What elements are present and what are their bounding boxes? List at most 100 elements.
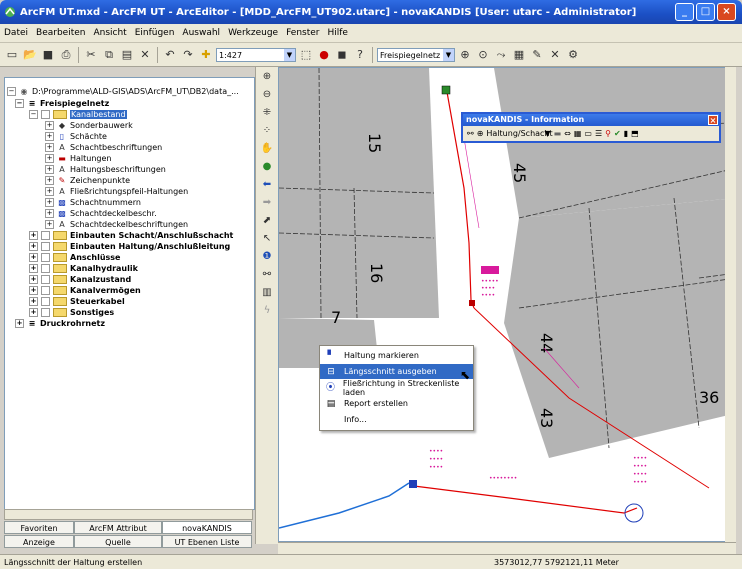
visibility-checkbox[interactable] xyxy=(41,264,50,273)
toc-root[interactable]: − ◉ D:\Programme\ALD-GIS\ADS\ArcFM_UT\DB… xyxy=(7,86,239,97)
full-extent-icon[interactable]: ● xyxy=(259,159,275,175)
expand-icon[interactable]: + xyxy=(29,297,38,306)
toc-item[interactable]: + ✎ Zeichenpunkte xyxy=(45,175,130,186)
fixed-zoom-in-icon[interactable]: ⁜ xyxy=(259,105,275,121)
collapse-icon[interactable]: − xyxy=(29,110,38,119)
pencil-icon[interactable]: ✎ xyxy=(529,47,545,63)
export-icon[interactable]: ⬒ xyxy=(631,129,639,138)
toc-item[interactable]: + ▩ Schachtdeckelbeschr. xyxy=(45,208,157,219)
tab-anzeige[interactable]: Anzeige xyxy=(4,535,74,548)
attribute-icon[interactable]: ▦ xyxy=(511,47,527,63)
open-folder-icon[interactable]: 📂 xyxy=(22,47,38,63)
toc-item[interactable]: − Kanalbestand xyxy=(29,109,127,120)
sewer-haltung-line[interactable] xyxy=(413,485,638,514)
menu-auswahl[interactable]: Auswahl xyxy=(178,28,224,38)
toc-item[interactable]: + Anschlüsse xyxy=(29,252,120,263)
collapse-icon[interactable]: − xyxy=(15,99,24,108)
collapse-icon[interactable]: − xyxy=(7,87,16,96)
expand-icon[interactable]: + xyxy=(45,121,54,130)
back-icon[interactable]: ⬅ xyxy=(259,177,275,193)
copy-icon[interactable]: ⧉ xyxy=(101,47,117,63)
tab-quelle[interactable]: Quelle xyxy=(74,535,162,548)
toc-item[interactable]: + A Haltungsbeschriftungen xyxy=(45,164,166,175)
chevron-down-icon[interactable]: ▼ xyxy=(284,48,295,61)
expand-icon[interactable]: + xyxy=(29,286,38,295)
expand-icon[interactable]: + xyxy=(29,231,38,240)
scale-combo[interactable]: 1:427 ▼ xyxy=(216,47,296,62)
expand-icon[interactable]: + xyxy=(29,275,38,284)
paste-icon[interactable]: ▤ xyxy=(119,47,135,63)
toc-item[interactable]: + ▯ Schächte xyxy=(45,131,107,142)
visibility-checkbox[interactable] xyxy=(41,231,50,240)
visibility-checkbox[interactable] xyxy=(41,253,50,262)
manhole-symbol[interactable] xyxy=(441,85,451,95)
stamp-icon[interactable]: ▮ xyxy=(624,129,628,138)
find-icon[interactable]: ⚯ xyxy=(259,267,275,283)
close-button[interactable]: × xyxy=(717,3,736,21)
manhole-symbol[interactable] xyxy=(409,480,417,488)
menu-werkzeuge[interactable]: Werkzeuge xyxy=(224,28,282,38)
menu-hilfe[interactable]: Hilfe xyxy=(324,28,352,38)
lightning-icon[interactable]: ϟ xyxy=(259,303,275,319)
toc-item[interactable]: + Kanalzustand xyxy=(29,274,131,285)
toc-item[interactable]: + ≡ Druckrohrnetz xyxy=(15,318,105,329)
select-elements-icon[interactable]: ↖ xyxy=(259,231,275,247)
expand-icon[interactable]: + xyxy=(29,264,38,273)
ctx-info[interactable]: Info... xyxy=(320,412,473,427)
manhole-symbol[interactable] xyxy=(469,300,475,306)
expand-icon[interactable]: + xyxy=(15,319,24,328)
menu-datei[interactable]: Datei xyxy=(0,28,32,38)
expand-icon[interactable]: + xyxy=(45,165,54,174)
undo-icon[interactable]: ↶ xyxy=(162,47,178,63)
print-icon[interactable]: ⎙ xyxy=(58,47,74,63)
tab-novakandis[interactable]: novaKANDIS xyxy=(162,521,252,534)
visibility-checkbox[interactable] xyxy=(41,297,50,306)
expand-icon[interactable]: + xyxy=(29,308,38,317)
minimize-button[interactable]: _ xyxy=(675,3,694,21)
title-bar[interactable]: ArcFM UT.mxd - ArcFM UT - ArcEditor - [M… xyxy=(0,0,742,24)
toc-item[interactable]: + Einbauten Haltung/Anschlußleitung xyxy=(29,241,230,252)
chevron-down-icon[interactable]: ▼ xyxy=(443,48,454,61)
visibility-checkbox[interactable] xyxy=(41,110,50,119)
toc-item[interactable]: + Kanalvermögen xyxy=(29,285,141,296)
expand-icon[interactable]: + xyxy=(45,143,54,152)
manhole-symbol[interactable] xyxy=(624,503,644,523)
cancel-icon[interactable]: ✕ xyxy=(547,47,563,63)
expand-icon[interactable]: + xyxy=(45,132,54,141)
arctoolbox-icon[interactable]: ● xyxy=(316,47,332,63)
identify-icon[interactable]: ❶ xyxy=(259,249,275,265)
table-icon[interactable]: ▦ xyxy=(574,129,582,138)
redo-icon[interactable]: ↷ xyxy=(180,47,196,63)
save-icon[interactable]: ■ xyxy=(40,47,56,63)
menu-bearbeiten[interactable]: Bearbeiten xyxy=(32,28,89,38)
whats-this-icon[interactable]: ? xyxy=(352,47,368,63)
visibility-checkbox[interactable] xyxy=(41,242,50,251)
ctx-laengsschnitt-ausgeben[interactable]: ⊟ Längsschnitt ausgeben xyxy=(320,364,473,379)
toc-item[interactable]: + Einbauten Schacht/Anschlußschacht xyxy=(29,230,233,241)
expand-icon[interactable]: + xyxy=(45,187,54,196)
delete-icon[interactable]: ✕ xyxy=(137,47,153,63)
expand-icon[interactable]: + xyxy=(45,198,54,207)
expand-icon[interactable]: + xyxy=(29,242,38,251)
pan-icon[interactable]: ✋ xyxy=(259,141,275,157)
toc-item[interactable]: + ▩ Schachtnummern xyxy=(45,197,141,208)
edit-tool-icon[interactable]: ⊕ xyxy=(457,47,473,63)
tab-arcfm-attribut[interactable]: ArcFM Attribut xyxy=(74,521,162,534)
tab-favoriten[interactable]: Favoriten xyxy=(4,521,74,534)
forward-icon[interactable]: ➡ xyxy=(259,195,275,211)
info-panel-titlebar[interactable]: novaKANDIS - Information × xyxy=(463,114,719,126)
zoom-out-icon[interactable]: ⊖ xyxy=(259,87,275,103)
search-icon[interactable]: ⚲ xyxy=(605,129,611,138)
zoom-icon[interactable]: ⊕ xyxy=(477,129,484,138)
catalog-icon[interactable]: ◼ xyxy=(334,47,350,63)
info-tool-icon[interactable]: ⚯ xyxy=(467,129,474,138)
maximize-button[interactable]: □ xyxy=(696,3,715,21)
toc-item[interactable]: + Steuerkabel xyxy=(29,296,125,307)
layer-combo[interactable]: Freispiegelnetz ▼ xyxy=(377,47,455,62)
ctx-report-erstellen[interactable]: ▤ Report erstellen xyxy=(320,396,473,411)
ctx-haltung-markieren[interactable]: ▘ Haltung markieren xyxy=(320,348,473,363)
zoom-in-icon[interactable]: ⊕ xyxy=(259,69,275,85)
trace-icon[interactable]: ⤳ xyxy=(493,47,509,63)
map-vertical-scrollbar[interactable] xyxy=(725,67,736,542)
measure-icon[interactable]: ▥ xyxy=(259,285,275,301)
